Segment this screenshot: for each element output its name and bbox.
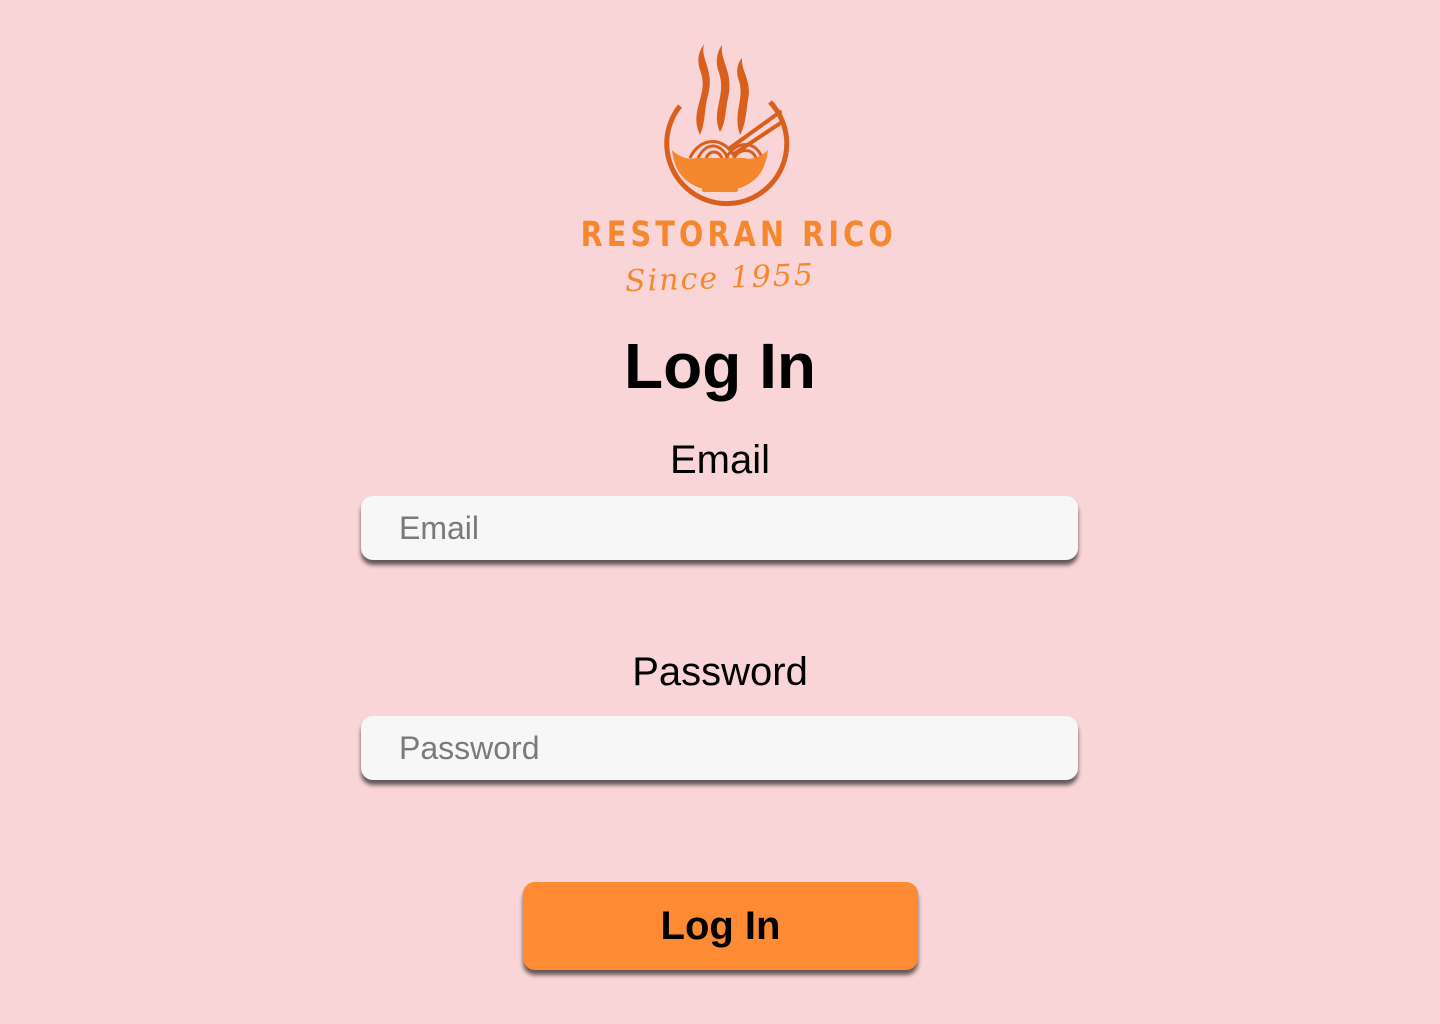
email-label: Email [669,438,771,482]
brand-name: RESTORAN RICO [580,215,897,255]
email-field[interactable] [361,496,1078,560]
brand-tagline: Since 1955 [624,257,816,300]
noodle-bowl-icon [664,44,790,207]
password-label: Password [632,650,808,694]
password-field[interactable] [361,716,1078,780]
brand-logo: RESTORAN RICO Since 1955 [550,40,897,305]
page-title: Log In [624,330,816,402]
login-button[interactable]: Log In [523,882,918,970]
